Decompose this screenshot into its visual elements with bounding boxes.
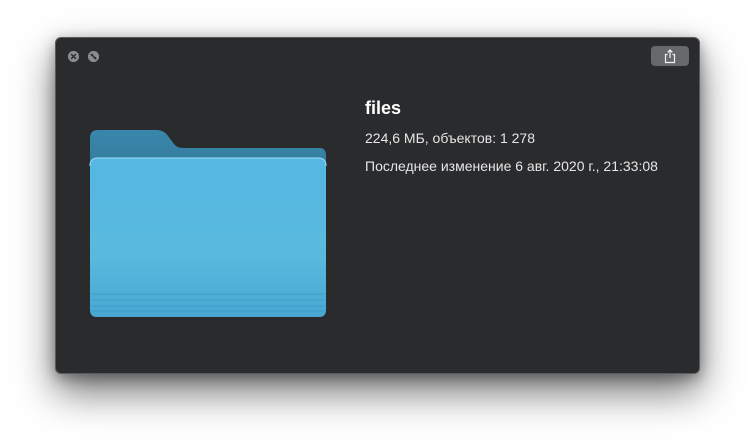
desktop: files 224,6 МБ, объектов: 1 278 Последне… — [0, 0, 756, 448]
folder-icon — [89, 130, 327, 317]
close-icon — [68, 51, 79, 62]
close-button[interactable] — [68, 51, 79, 62]
title-bar — [56, 38, 699, 74]
file-name: files — [365, 98, 402, 118]
share-icon — [664, 48, 676, 63]
file-info: files 224,6 МБ, объектов: 1 278 Последне… — [365, 96, 658, 175]
share-button[interactable] — [651, 46, 689, 66]
fullscreen-icon — [88, 51, 99, 62]
modified-date: Последнее изменение 6 авг. 2020 г., 21:3… — [365, 158, 658, 174]
fullscreen-button[interactable] — [88, 51, 99, 62]
size-and-count: 224,6 МБ, объектов: 1 278 — [365, 130, 536, 146]
quick-look-window: files 224,6 МБ, объектов: 1 278 Последне… — [55, 37, 700, 374]
